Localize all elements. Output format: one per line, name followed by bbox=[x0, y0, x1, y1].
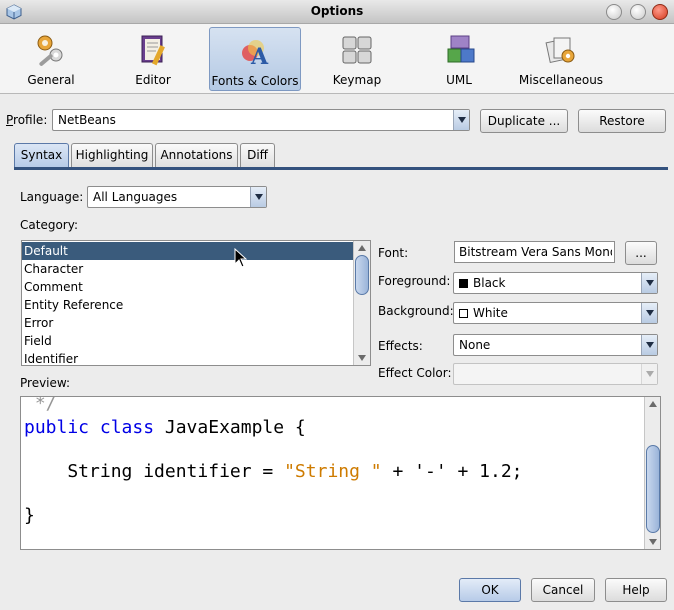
close-button[interactable] bbox=[652, 4, 668, 20]
miscellaneous-icon bbox=[545, 37, 575, 64]
background-value: White bbox=[459, 306, 508, 320]
profile-select[interactable]: NetBeans bbox=[52, 109, 470, 131]
list-item[interactable]: Identifier bbox=[22, 350, 353, 368]
category-general-button[interactable]: General bbox=[10, 27, 92, 91]
scroll-down-icon[interactable] bbox=[645, 535, 660, 549]
fonts-colors-icon: A bbox=[242, 40, 269, 68]
scroll-down-icon[interactable] bbox=[354, 351, 370, 365]
chevron-down-icon[interactable] bbox=[641, 273, 657, 293]
chevron-down-icon[interactable] bbox=[641, 335, 657, 355]
category-list[interactable]: Default Character Comment Entity Referen… bbox=[21, 240, 371, 366]
chevron-down-icon bbox=[641, 364, 657, 384]
list-item[interactable]: Field bbox=[22, 332, 353, 350]
category-keymap-label: Keymap bbox=[332, 73, 382, 87]
chevron-down-icon[interactable] bbox=[453, 110, 469, 130]
category-label: Category: bbox=[20, 218, 78, 232]
tab-annotations[interactable]: Annotations bbox=[155, 143, 238, 167]
preview-class-line: public class JavaExample { bbox=[24, 417, 306, 438]
maximize-button[interactable] bbox=[630, 4, 646, 20]
effects-value: None bbox=[459, 338, 491, 352]
category-uml-button[interactable]: UML bbox=[418, 27, 500, 91]
category-scrollbar[interactable] bbox=[353, 241, 370, 365]
preview-closing-line: } bbox=[24, 505, 35, 526]
font-value: Bitstream Vera Sans Mono 1 bbox=[459, 245, 612, 259]
tab-divider bbox=[14, 167, 668, 170]
tab-highlighting[interactable]: Highlighting bbox=[71, 143, 153, 167]
category-general-label: General bbox=[27, 73, 75, 87]
svg-text:A: A bbox=[250, 44, 269, 68]
scroll-up-icon[interactable] bbox=[354, 241, 370, 255]
category-uml-label: UML bbox=[446, 73, 472, 87]
list-item[interactable]: Comment bbox=[22, 278, 353, 296]
profile-value: NetBeans bbox=[58, 113, 116, 127]
category-fonts-colors-label: Fonts & Colors bbox=[211, 74, 299, 88]
scrollbar-thumb[interactable] bbox=[646, 445, 660, 533]
background-swatch bbox=[459, 309, 468, 318]
list-item[interactable]: Character bbox=[22, 260, 353, 278]
language-label: Language: bbox=[20, 190, 84, 204]
tab-diff[interactable]: Diff bbox=[240, 143, 275, 167]
category-editor-label: Editor bbox=[135, 73, 171, 87]
editor-icon bbox=[141, 35, 165, 66]
effect-color-label: Effect Color: bbox=[378, 366, 452, 380]
tab-syntax[interactable]: Syntax bbox=[14, 143, 69, 167]
scrollbar-thumb[interactable] bbox=[355, 255, 369, 295]
background-select[interactable]: White bbox=[453, 302, 658, 324]
preview-pane[interactable]: */ public class JavaExample { String ide… bbox=[20, 396, 661, 550]
minimize-button[interactable] bbox=[606, 4, 622, 20]
language-value: All Languages bbox=[93, 190, 178, 204]
window-title: Options bbox=[310, 4, 364, 18]
restore-button[interactable]: Restore bbox=[578, 109, 666, 133]
effect-color-select bbox=[453, 363, 658, 385]
category-keymap-button[interactable]: Keymap bbox=[316, 27, 398, 91]
category-miscellaneous-button[interactable]: Miscellaneous bbox=[516, 27, 606, 91]
duplicate-button[interactable]: Duplicate ... bbox=[480, 109, 568, 133]
effects-select[interactable]: None bbox=[453, 334, 658, 356]
preview-field-line: String identifier = "String " + '-' + 1.… bbox=[24, 461, 523, 482]
foreground-label: Foreground: bbox=[378, 274, 451, 288]
effects-label: Effects: bbox=[378, 339, 423, 353]
list-item[interactable]: Default bbox=[22, 242, 353, 260]
options-window: Options General Editor A Fonts & Colors … bbox=[0, 0, 674, 610]
font-browse-button[interactable]: ... bbox=[625, 241, 657, 265]
preview-comment-line: */ bbox=[24, 396, 57, 414]
preview-scrollbar[interactable] bbox=[644, 397, 660, 549]
preview-label: Preview: bbox=[20, 376, 71, 390]
keymap-icon bbox=[342, 36, 372, 64]
font-label: Font: bbox=[378, 246, 409, 260]
help-button[interactable]: Help bbox=[605, 578, 667, 602]
ok-button[interactable]: OK bbox=[459, 578, 521, 602]
category-toolbar: General Editor A Fonts & Colors Keymap U… bbox=[0, 24, 674, 94]
general-gears-icon bbox=[37, 35, 63, 66]
category-miscellaneous-label: Miscellaneous bbox=[518, 73, 604, 87]
chevron-down-icon[interactable] bbox=[641, 303, 657, 323]
title-bar[interactable]: Options bbox=[0, 0, 674, 24]
mouse-cursor-icon bbox=[234, 248, 248, 268]
uml-icon bbox=[447, 35, 475, 63]
language-select[interactable]: All Languages bbox=[87, 186, 267, 208]
chevron-down-icon[interactable] bbox=[250, 187, 266, 207]
background-label: Background: bbox=[378, 304, 454, 318]
list-item[interactable]: Error bbox=[22, 314, 353, 332]
profile-label: Profile: bbox=[6, 113, 48, 127]
foreground-value: Black bbox=[459, 276, 505, 290]
foreground-swatch bbox=[459, 279, 468, 288]
category-editor-button[interactable]: Editor bbox=[112, 27, 194, 91]
font-field[interactable]: Bitstream Vera Sans Mono 1 bbox=[454, 241, 615, 263]
list-item[interactable]: Entity Reference bbox=[22, 296, 353, 314]
foreground-select[interactable]: Black bbox=[453, 272, 658, 294]
category-fonts-colors-button[interactable]: A Fonts & Colors bbox=[209, 27, 301, 91]
scroll-up-icon[interactable] bbox=[645, 397, 660, 411]
cancel-button[interactable]: Cancel bbox=[531, 578, 595, 602]
